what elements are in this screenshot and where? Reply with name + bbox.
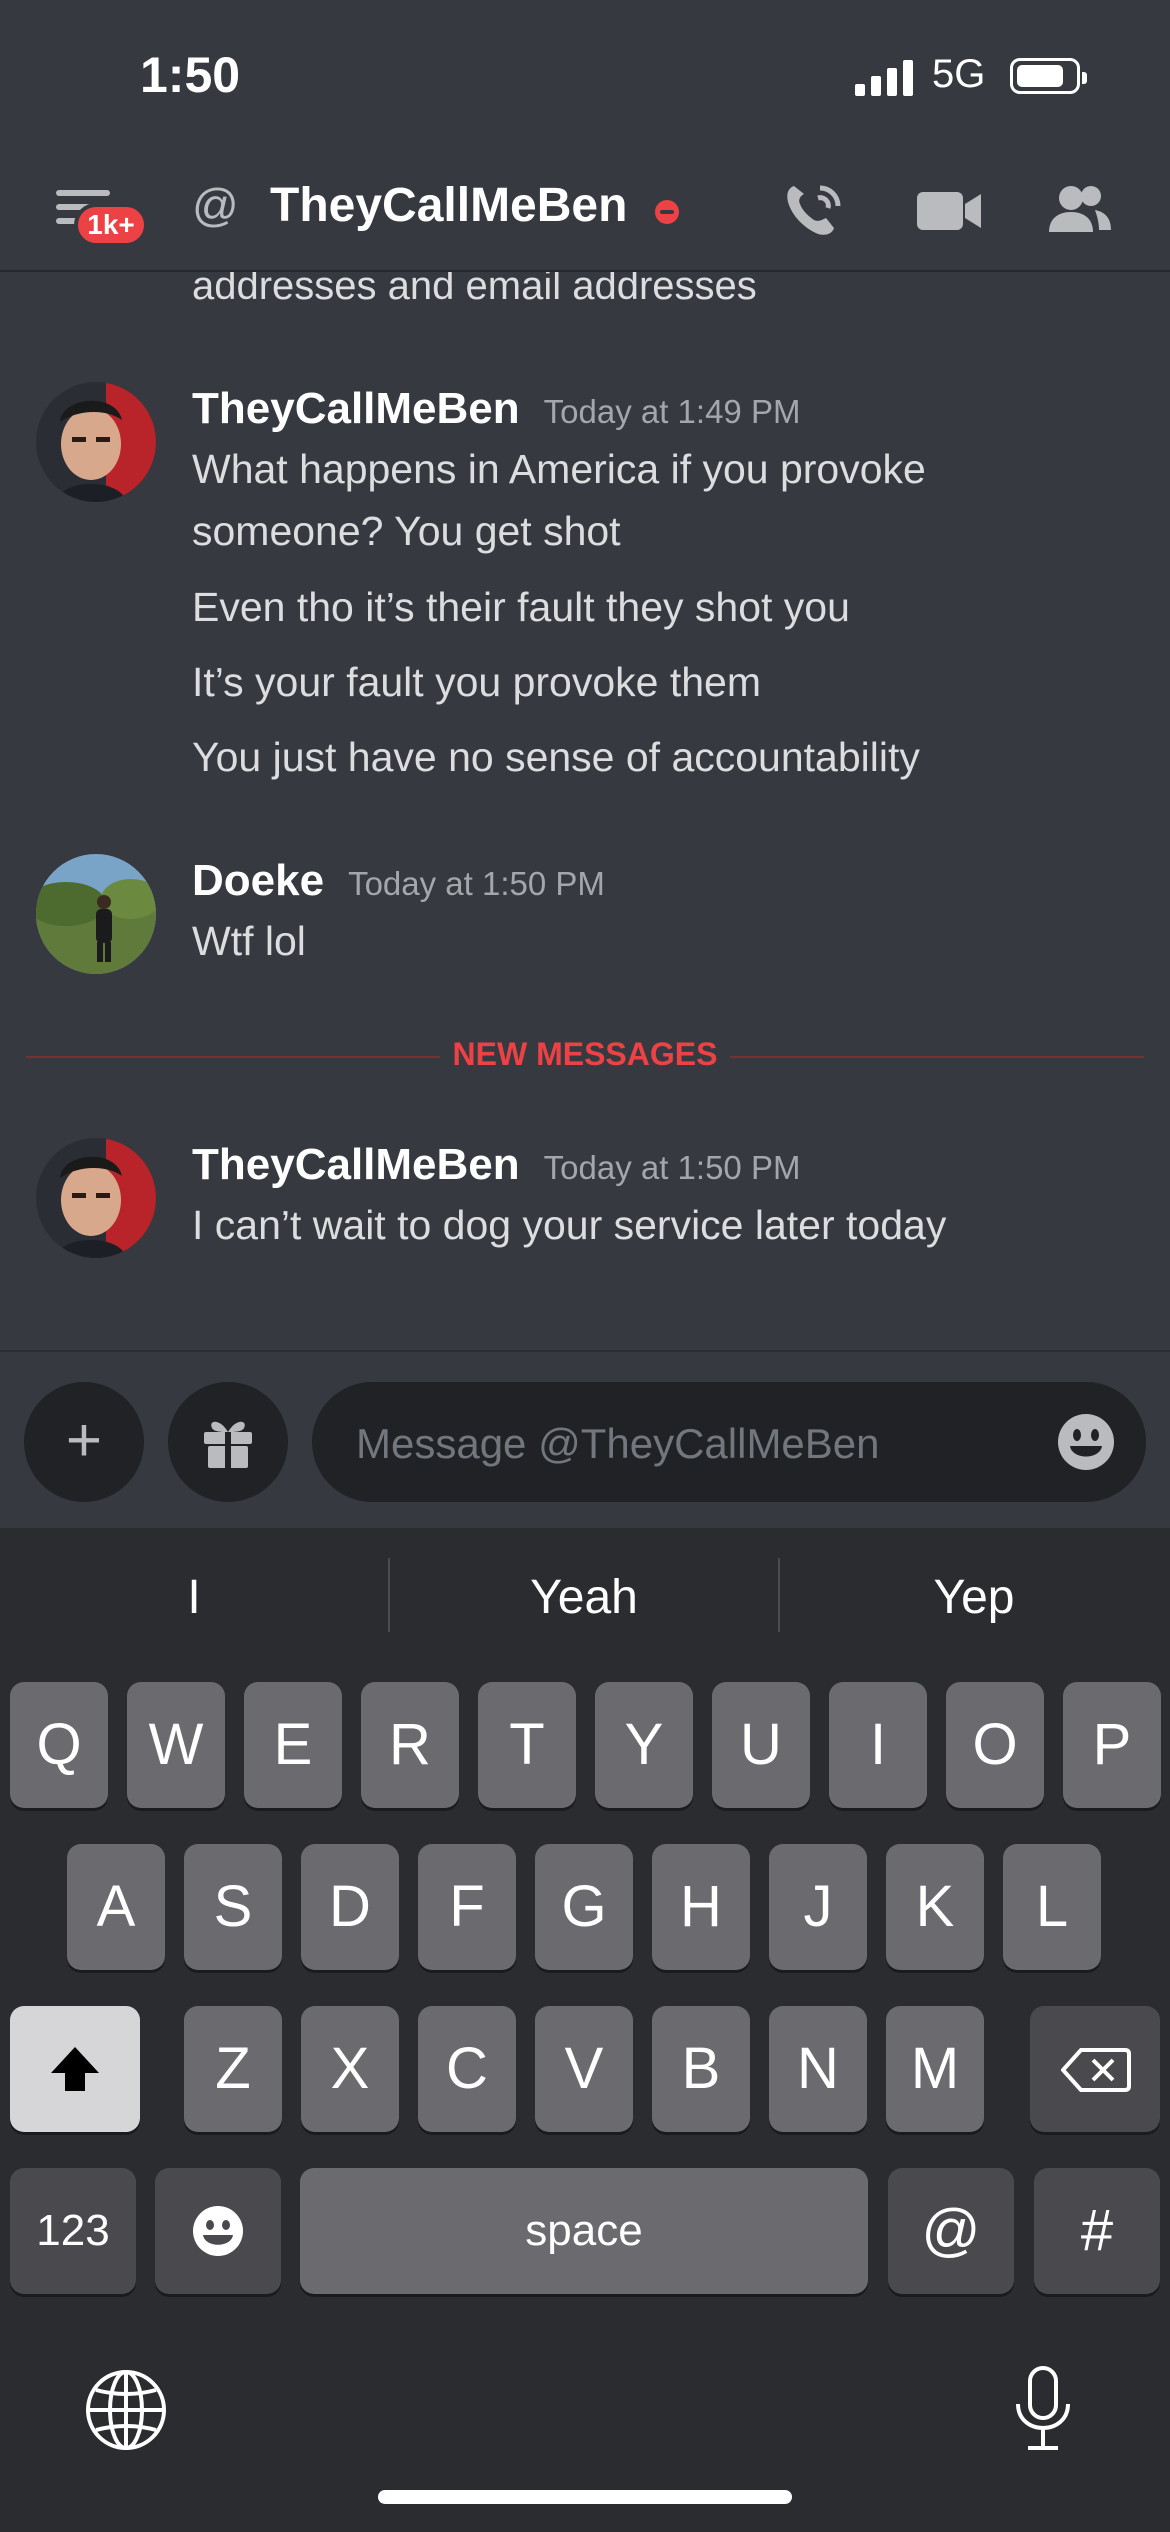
key-p[interactable]: P	[1063, 1682, 1161, 1808]
key-v[interactable]: V	[535, 2006, 633, 2132]
message-line: You just have no sense of accountability	[192, 734, 920, 780]
chat-area[interactable]: addresses and email addresses TheyCallMe…	[0, 272, 1170, 1352]
message-line: It’s your fault you provoke them	[192, 659, 761, 705]
emoji-key[interactable]	[155, 2168, 281, 2294]
key-t[interactable]: T	[478, 1682, 576, 1808]
key-x[interactable]: X	[301, 2006, 399, 2132]
backspace-icon	[1061, 2048, 1131, 2092]
key-r[interactable]: R	[361, 1682, 459, 1808]
key-z[interactable]: Z	[184, 2006, 282, 2132]
key-n[interactable]: N	[769, 2006, 867, 2132]
phone-call-icon[interactable]	[780, 180, 850, 240]
key-u[interactable]: U	[712, 1682, 810, 1808]
avatar[interactable]	[36, 1138, 156, 1258]
emoji-icon[interactable]	[1056, 1412, 1116, 1472]
new-messages-label: NEW MESSAGES	[440, 1036, 730, 1073]
key-d[interactable]: D	[301, 1844, 399, 1970]
key-s[interactable]: S	[184, 1844, 282, 1970]
key-f[interactable]: F	[418, 1844, 516, 1970]
author-name[interactable]: TheyCallMeBen	[192, 1140, 520, 1189]
plus-icon: +	[65, 1406, 103, 1475]
key-a[interactable]: A	[67, 1844, 165, 1970]
network-label: 5G	[932, 52, 986, 96]
message-author: Doeke Today at 1:50 PM	[192, 856, 605, 906]
avatar[interactable]	[36, 382, 156, 502]
signal-icon	[855, 60, 913, 96]
message-timestamp: Today at 1:50 PM	[543, 1149, 801, 1186]
message-input[interactable]: Message @TheyCallMeBen	[312, 1382, 1146, 1502]
key-j[interactable]: J	[769, 1844, 867, 1970]
status-time: 1:50	[140, 47, 241, 103]
space-key[interactable]: space	[300, 2168, 868, 2294]
key-o[interactable]: O	[946, 1682, 1044, 1808]
author-name[interactable]: Doeke	[192, 856, 324, 905]
at-key[interactable]: @	[888, 2168, 1014, 2294]
dnd-status-icon	[655, 200, 679, 224]
message-author: TheyCallMeBen Today at 1:50 PM	[192, 1140, 800, 1190]
unread-badge: 1k+	[74, 203, 148, 247]
suggestion-2[interactable]: Yeah	[390, 1570, 778, 1625]
key-g[interactable]: G	[535, 1844, 633, 1970]
key-b[interactable]: B	[652, 2006, 750, 2132]
message-author: TheyCallMeBen Today at 1:49 PM	[192, 384, 800, 434]
message-line: What happens in America if you provoke	[192, 446, 926, 492]
members-icon[interactable]	[1045, 180, 1115, 240]
avatar[interactable]	[36, 854, 156, 974]
message-input-placeholder: Message @TheyCallMeBen	[356, 1420, 880, 1467]
message-line: addresses and email addresses	[192, 272, 757, 308]
message-timestamp: Today at 1:50 PM	[348, 865, 605, 902]
gift-icon	[204, 1421, 252, 1470]
gift-button[interactable]	[168, 1382, 288, 1502]
key-k[interactable]: K	[886, 1844, 984, 1970]
author-name[interactable]: TheyCallMeBen	[192, 384, 520, 433]
globe-icon[interactable]	[84, 2368, 168, 2452]
key-l[interactable]: L	[1003, 1844, 1101, 1970]
key-w[interactable]: W	[127, 1682, 225, 1808]
backspace-key[interactable]	[1030, 2006, 1160, 2132]
channel-title: TheyCallMeBen	[270, 179, 628, 232]
battery-icon	[1010, 58, 1087, 94]
microphone-icon[interactable]	[1008, 2364, 1078, 2454]
suggestion-1[interactable]: I	[0, 1570, 388, 1625]
numbers-key[interactable]: 123	[10, 2168, 136, 2294]
add-attachment-button[interactable]: +	[24, 1382, 144, 1502]
hash-key[interactable]: #	[1034, 2168, 1160, 2294]
key-q[interactable]: Q	[10, 1682, 108, 1808]
shift-key[interactable]	[10, 2006, 140, 2132]
message-line: Wtf lol	[192, 918, 306, 964]
video-camera-icon[interactable]	[915, 180, 985, 240]
message-line: someone? You get shot	[192, 508, 621, 554]
suggestion-3[interactable]: Yep	[780, 1570, 1168, 1625]
key-i[interactable]: I	[829, 1682, 927, 1808]
message-line: Even tho it’s their fault they shot you	[192, 584, 850, 630]
key-m[interactable]: M	[886, 2006, 984, 2132]
top-bar: 1:50 5G 1k+ @ TheyCallMeBen	[0, 0, 1170, 272]
key-y[interactable]: Y	[595, 1682, 693, 1808]
home-indicator[interactable]	[378, 2490, 792, 2504]
message-composer: + Message @TheyCallMeBen	[0, 1350, 1170, 1528]
key-h[interactable]: H	[652, 1844, 750, 1970]
keyboard: I Yeah Yep Q W E R T Y U I O P A S D F G…	[0, 1528, 1170, 2532]
emoji-icon	[193, 2206, 243, 2256]
key-c[interactable]: C	[418, 2006, 516, 2132]
message-timestamp: Today at 1:49 PM	[543, 393, 801, 430]
message-line: I can’t wait to dog your service later t…	[192, 1202, 947, 1248]
shift-icon	[51, 2047, 99, 2091]
key-e[interactable]: E	[244, 1682, 342, 1808]
at-icon: @	[192, 179, 239, 231]
